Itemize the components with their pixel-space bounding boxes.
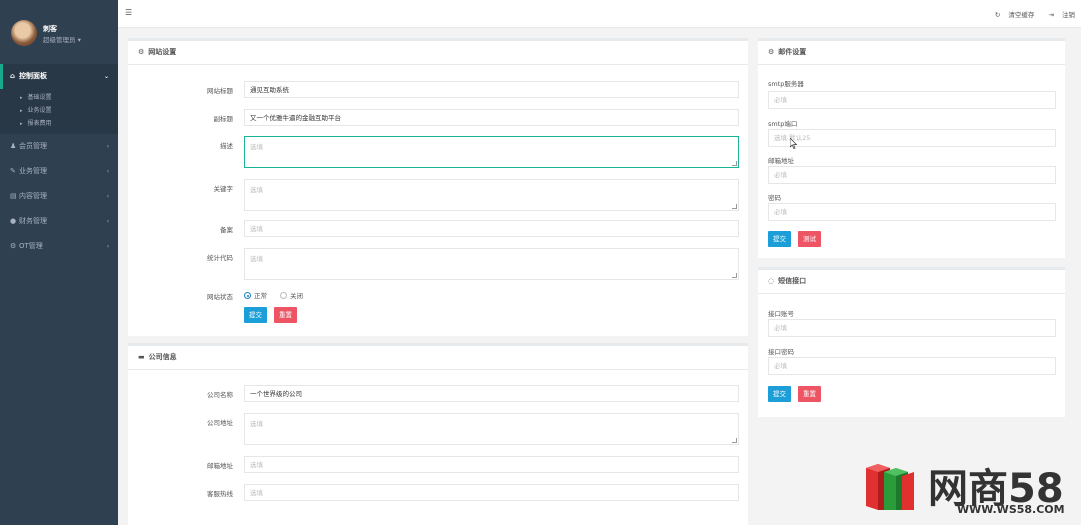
company-info-panel: ▬ 公司信息 公司名称 一个世界级的公司 公司地址 选填 邮箱地址 选填 客服热线…	[128, 343, 748, 525]
resize-grip-icon[interactable]	[732, 204, 737, 209]
avatar[interactable]	[11, 20, 37, 46]
sms-password-label: 接口密码	[768, 348, 794, 356]
mail-password-label: 密码	[768, 194, 781, 202]
panel-title: ⚙ 邮件设置	[758, 41, 1065, 65]
sms-reset-button[interactable]: 重置	[798, 386, 821, 402]
sidebar-nav: ⌂控制面板 ⌄ 基础设置 业务设置 报表费用 ♟会员管理 ‹ ✎业务管理 ‹ ▤…	[0, 64, 118, 259]
company-address-textarea[interactable]: 选填	[244, 413, 739, 445]
company-address-label: 公司地址	[207, 419, 233, 427]
smtp-server-input[interactable]: 必填	[768, 91, 1056, 109]
mouse-cursor-icon	[790, 138, 798, 149]
sidebar-item-ot[interactable]: ⚙ OT管理 ‹	[0, 234, 118, 259]
sms-interface-panel: ◌ 短信接口 接口账号 必填 接口密码 必填 提交 重置	[758, 267, 1065, 417]
logout-button[interactable]: ⇥ 注销	[1042, 11, 1075, 19]
radio-checked-icon	[244, 292, 251, 299]
file-icon: ▤	[10, 192, 17, 200]
sidebar-item-finance[interactable]: ● 财务管理 ‹	[0, 209, 118, 234]
sidebar-item-business[interactable]: ✎ 业务管理 ‹	[0, 159, 118, 184]
sms-account-input[interactable]: 必填	[768, 319, 1056, 337]
money-icon: ●	[10, 217, 17, 225]
chevron-left-icon: ‹	[106, 218, 109, 225]
users-icon: ♟	[10, 142, 17, 150]
clear-cache-button[interactable]: ↻ 清空缓存	[989, 11, 1035, 19]
chat-icon: ◌	[768, 277, 775, 285]
sidebar-item-members[interactable]: ♟ 会员管理 ‹	[0, 134, 118, 159]
chevron-left-icon: ‹	[106, 168, 109, 175]
submenu-item-basic[interactable]: 基础设置	[0, 91, 118, 104]
gear-icon: ⚙	[10, 242, 17, 250]
sidebar: 刺客 超级管理员 ▾ ⌂控制面板 ⌄ 基础设置 业务设置 报表费用 ♟会员管理 …	[0, 0, 118, 525]
company-email-input[interactable]: 选填	[244, 456, 739, 473]
menu-toggle-icon[interactable]: ☰	[125, 8, 132, 17]
chevron-left-icon: ‹	[106, 193, 109, 200]
mail-settings-panel: ⚙ 邮件设置 smtp服务器 必填 smtp端口 选填 默认25 邮箱地址 必填 …	[758, 38, 1065, 258]
subtitle-label: 副标题	[213, 115, 234, 123]
company-email-label: 邮箱地址	[207, 462, 233, 470]
briefcase-icon: ✎	[10, 167, 16, 175]
caret-down-icon: ▾	[77, 36, 81, 44]
submenu-item-report[interactable]: 报表费用	[0, 117, 118, 130]
mail-address-input[interactable]: 必填	[768, 166, 1056, 184]
icp-input[interactable]: 选填	[244, 220, 739, 237]
sms-account-label: 接口账号	[768, 310, 794, 318]
gear-icon: ⚙	[138, 48, 145, 56]
icp-label: 备案	[220, 226, 233, 234]
watermark-url: WWW.WS58.COM	[957, 503, 1065, 516]
chevron-left-icon: ‹	[106, 243, 109, 250]
refresh-icon: ↻	[994, 11, 1001, 19]
hotline-input[interactable]: 选填	[244, 484, 739, 501]
submenu-item-business[interactable]: 业务设置	[0, 104, 118, 117]
gear-icon: ⚙	[768, 48, 775, 56]
site-settings-panel: ⚙ 网站设置 网站标题 通见互助系统 副标题 又一个优雅牛逼的金融互助平台 描述 …	[128, 38, 748, 336]
ws58-logo-icon	[866, 464, 914, 510]
status-radio-closed[interactable]: 关闭	[280, 290, 303, 300]
site-status-label: 网站状态	[207, 293, 233, 301]
profile: 刺客 超级管理员 ▾	[0, 0, 118, 60]
site-title-input[interactable]: 通见互助系统	[244, 81, 739, 98]
sms-password-input[interactable]: 必填	[768, 357, 1056, 375]
status-radio-normal[interactable]: 正常	[244, 290, 267, 300]
site-reset-button[interactable]: 重置	[274, 307, 297, 323]
top-actions: ↻ 清空缓存 ⇥ 注销	[983, 9, 1075, 19]
panel-title: ⚙ 网站设置	[128, 41, 748, 65]
mail-submit-button[interactable]: 提交	[768, 231, 791, 247]
user-name: 刺客	[43, 25, 57, 33]
sidebar-submenu: 基础设置 业务设置 报表费用	[0, 89, 118, 134]
stats-code-textarea[interactable]: 选填	[244, 248, 739, 280]
site-submit-button[interactable]: 提交	[244, 307, 267, 323]
logout-icon: ⇥	[1048, 11, 1054, 19]
user-role-dropdown[interactable]: 超级管理员 ▾	[43, 34, 81, 44]
resize-grip-icon[interactable]	[732, 438, 737, 443]
keywords-label: 关键字	[213, 185, 234, 193]
hotline-label: 客服热线	[207, 490, 233, 498]
sms-submit-button[interactable]: 提交	[768, 386, 791, 402]
mail-test-button[interactable]: 测试	[798, 231, 821, 247]
sidebar-item-content[interactable]: ▤ 内容管理 ‹	[0, 184, 118, 209]
panel-title: ▬ 公司信息	[128, 346, 748, 370]
watermark: 网商58 WWW.WS58.COM	[862, 458, 1072, 520]
keywords-textarea[interactable]: 选填	[244, 179, 739, 211]
resize-grip-icon[interactable]	[732, 273, 737, 278]
resize-grip-icon[interactable]	[732, 161, 737, 166]
panel-title: ◌ 短信接口	[758, 270, 1065, 294]
chevron-down-icon: ⌄	[103, 73, 109, 80]
description-label: 描述	[220, 142, 233, 150]
company-name-input[interactable]: 一个世界级的公司	[244, 385, 739, 402]
smtp-server-label: smtp服务器	[768, 80, 804, 88]
stats-code-label: 统计代码	[207, 254, 233, 262]
card-icon: ▬	[138, 353, 145, 361]
subtitle-input[interactable]: 又一个优雅牛逼的金融互助平台	[244, 109, 739, 126]
smtp-port-label: smtp端口	[768, 120, 798, 128]
description-textarea[interactable]: 选填	[244, 136, 739, 168]
company-name-label: 公司名称	[207, 391, 233, 399]
home-icon: ⌂	[10, 72, 16, 80]
mail-password-input[interactable]: 必填	[768, 203, 1056, 221]
mail-address-label: 邮箱地址	[768, 157, 794, 165]
site-title-label: 网站标题	[207, 87, 233, 95]
radio-unchecked-icon	[280, 292, 287, 299]
sidebar-item-dashboard[interactable]: ⌂ 控制面板 ⌄	[0, 64, 118, 89]
topbar: ☰ ↻ 清空缓存 ⇥ 注销	[118, 0, 1081, 28]
smtp-port-input[interactable]: 选填 默认25	[768, 129, 1056, 147]
chevron-left-icon: ‹	[106, 143, 109, 150]
